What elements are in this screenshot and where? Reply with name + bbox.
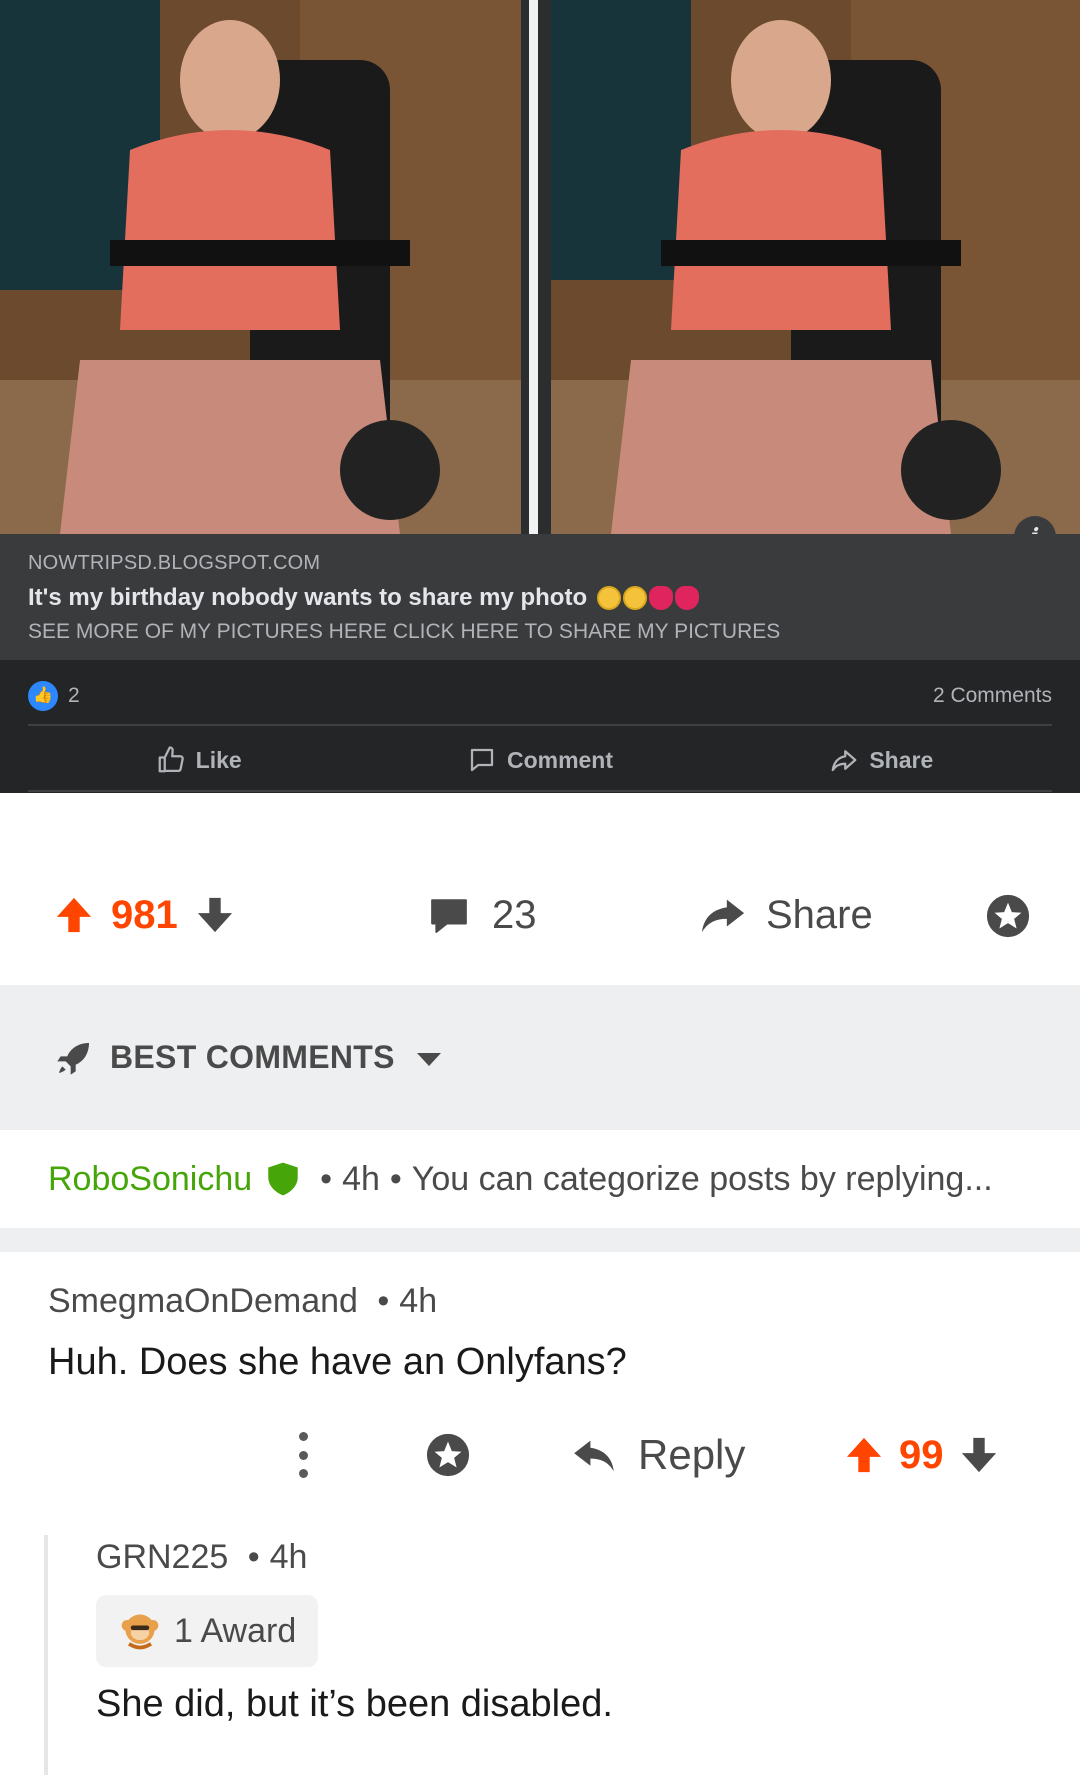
comment-action-bar: Reply 99 bbox=[0, 1410, 1080, 1500]
upvote-icon[interactable] bbox=[845, 1435, 883, 1475]
reply-arrow-icon bbox=[574, 1440, 614, 1472]
share-button[interactable]: Share bbox=[700, 850, 873, 980]
divider bbox=[28, 724, 1052, 726]
comment-count: 23 bbox=[492, 892, 537, 937]
reply-comment: GRN225 • 4h 1 Award She did, but it’s bee… bbox=[96, 1538, 1036, 1726]
link-title: It's my birthday nobody wants to share m… bbox=[28, 584, 1052, 612]
monkey-award-icon bbox=[121, 1614, 159, 1650]
post-score: 981 bbox=[111, 892, 178, 937]
photo-collage[interactable] bbox=[0, 0, 1080, 534]
link-domain: NOWTRIPSD.BLOGSPOT.COM bbox=[28, 552, 321, 574]
broken-heart-icon bbox=[675, 586, 700, 610]
like-count-value: 2 bbox=[68, 684, 80, 707]
fb-like-label: Like bbox=[195, 746, 242, 773]
comments-button[interactable]: 23 bbox=[428, 850, 537, 980]
comment-author[interactable]: SmegmaOnDemand bbox=[48, 1282, 358, 1320]
fb-share-label: Share bbox=[869, 746, 934, 773]
like-count[interactable]: 👍 2 bbox=[28, 681, 80, 711]
reply-age: 4h bbox=[269, 1538, 308, 1576]
share-label: Share bbox=[766, 892, 873, 937]
post-photo-left[interactable] bbox=[0, 0, 521, 534]
downvote-icon[interactable] bbox=[196, 895, 234, 935]
photo-divider bbox=[521, 0, 551, 534]
broken-heart-icon bbox=[649, 586, 674, 610]
award-badge[interactable]: 1 Award bbox=[96, 1595, 319, 1667]
comment-score: 99 bbox=[899, 1432, 944, 1477]
comments-count[interactable]: 2 Comments bbox=[933, 684, 1052, 708]
award-label: 1 Award bbox=[174, 1611, 297, 1650]
post-photo-right[interactable] bbox=[551, 0, 1080, 534]
separator: • bbox=[389, 1159, 402, 1198]
thumbs-up-icon: 👍 bbox=[28, 681, 58, 711]
separator: • bbox=[377, 1282, 390, 1320]
link-description: SEE MORE OF MY PICTURES HERE CLICK HERE … bbox=[28, 620, 781, 643]
fb-comment-label: Comment bbox=[506, 746, 614, 773]
reply-label: Reply bbox=[638, 1431, 746, 1478]
sort-label: BEST COMMENTS bbox=[110, 1039, 395, 1075]
reply-body: She did, but it’s been disabled. bbox=[96, 1683, 613, 1725]
post-action-bar: 981 23 Share bbox=[0, 850, 1080, 980]
award-star-icon[interactable] bbox=[985, 893, 1031, 939]
emoji-row bbox=[597, 586, 701, 610]
comment-icon bbox=[431, 899, 467, 933]
share-icon bbox=[701, 899, 745, 933]
comment-bubble-icon bbox=[470, 748, 494, 772]
fb-like-button[interactable]: Like bbox=[28, 745, 369, 775]
separator: • bbox=[247, 1538, 260, 1576]
reply-meta: GRN225 • 4h bbox=[96, 1538, 1036, 1577]
downvote-icon[interactable] bbox=[960, 1435, 998, 1475]
mod-comment-preview: You can categorize posts by replying... bbox=[411, 1159, 993, 1198]
mod-username[interactable]: RoboSonichu bbox=[48, 1160, 252, 1199]
comment-age: 4h bbox=[399, 1282, 438, 1320]
divider bbox=[28, 790, 1052, 792]
comment: SmegmaOnDemand • 4h Huh. Does she have an… bbox=[48, 1282, 1048, 1384]
post-vote-group: 981 bbox=[55, 850, 234, 980]
reply-button[interactable]: Reply bbox=[572, 1410, 745, 1500]
link-preview[interactable]: NOWTRIPSD.BLOGSPOT.COM It's my birthday … bbox=[0, 534, 1080, 660]
crying-face-icon bbox=[597, 586, 622, 610]
crying-face-icon bbox=[623, 586, 648, 610]
link-title-text: It's my birthday nobody wants to share m… bbox=[28, 584, 588, 611]
facebook-post-embed: i NOWTRIPSD.BLOGSPOT.COM It's my birthda… bbox=[0, 0, 1080, 793]
fb-share-button[interactable]: Share bbox=[711, 745, 1052, 775]
moderator-shield-icon bbox=[268, 1162, 298, 1196]
separator: • bbox=[320, 1159, 333, 1198]
more-options-icon[interactable] bbox=[294, 1432, 312, 1478]
divider bbox=[0, 1228, 1080, 1252]
mod-comment-age: 4h bbox=[342, 1159, 380, 1198]
thumbs-up-outline-icon bbox=[158, 746, 184, 773]
comment-meta: SmegmaOnDemand • 4h bbox=[48, 1282, 1048, 1321]
rocket-icon bbox=[57, 1042, 89, 1075]
comment-sort-dropdown[interactable]: BEST COMMENTS bbox=[0, 985, 1080, 1130]
award-star-icon[interactable] bbox=[425, 1432, 471, 1478]
mod-comment-collapsed[interactable]: RoboSonichu • 4h • You can categorize po… bbox=[0, 1130, 1080, 1228]
share-arrow-icon bbox=[831, 750, 857, 772]
thread-line[interactable] bbox=[44, 1535, 48, 1775]
comment-body: Huh. Does she have an Onlyfans? bbox=[48, 1341, 627, 1383]
comment-vote-group: 99 bbox=[845, 1410, 998, 1500]
chevron-down-icon bbox=[416, 1053, 441, 1066]
reply-author[interactable]: GRN225 bbox=[96, 1538, 228, 1576]
reaction-stats: 👍 2 2 Comments bbox=[28, 668, 1052, 724]
fb-action-bar: Like Comment Share bbox=[28, 730, 1052, 790]
upvote-icon[interactable] bbox=[55, 895, 93, 935]
fb-comment-button[interactable]: Comment bbox=[369, 745, 710, 775]
